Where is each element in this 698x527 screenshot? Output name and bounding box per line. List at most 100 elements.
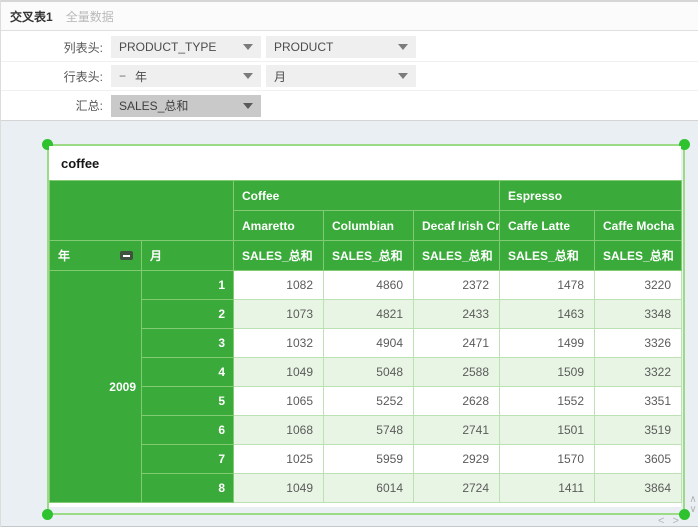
crosstab-widget[interactable]: coffee Coffee Espresso Amaretto [49, 146, 681, 507]
product-value: PRODUCT [274, 40, 333, 54]
scroll-down-icon[interactable]: ∨ [687, 505, 698, 515]
data-cell: 1065 [234, 387, 324, 416]
measure-header: SALES_总和 [324, 241, 414, 271]
data-cell: 2929 [414, 445, 500, 474]
year-header-label: 年 [58, 247, 70, 264]
month-dropdown[interactable]: 月 [266, 65, 416, 87]
data-cell: 1501 [500, 416, 595, 445]
product-dropdown[interactable]: PRODUCT [266, 36, 416, 58]
measure-header: SALES_总和 [234, 241, 324, 271]
data-cell: 1049 [234, 474, 324, 503]
scroll-left-icon[interactable]: < [658, 515, 664, 527]
summary-value: SALES_总和 [119, 97, 188, 114]
data-cell: 1478 [500, 271, 595, 300]
tab-full-data[interactable]: 全量数据 [66, 8, 114, 25]
summary-dropdown[interactable]: SALES_总和 [111, 95, 261, 117]
table-row: 2 1073 4821 2433 1463 3348 [50, 300, 682, 329]
data-cell: 5252 [324, 387, 414, 416]
measure-header: SALES_总和 [595, 241, 682, 271]
row-header-label: 行表头: [1, 68, 111, 85]
corner-cell [50, 181, 234, 241]
column-header-label: 列表头: [1, 39, 111, 56]
month-cell: 8 [142, 474, 234, 503]
month-cell: 5 [142, 387, 234, 416]
widget-selection-box: coffee Coffee Espresso Amaretto [47, 144, 685, 515]
data-cell: 3864 [595, 474, 682, 503]
data-cell: 2724 [414, 474, 500, 503]
column-header-row: 列表头: PRODUCT_TYPE PRODUCT [1, 33, 698, 62]
data-cell: 5959 [324, 445, 414, 474]
data-cell: 3605 [595, 445, 682, 474]
year-dropdown[interactable]: − 年 [111, 65, 261, 87]
tab-crosstab[interactable]: 交叉表1 [10, 8, 53, 25]
data-cell: 6014 [324, 474, 414, 503]
config-panel: 列表头: PRODUCT_TYPE PRODUCT 行表头: − 年 月 [1, 33, 698, 120]
chevron-down-icon [398, 73, 408, 79]
data-cell: 3351 [595, 387, 682, 416]
chevron-down-icon [243, 73, 253, 79]
data-cell: 2588 [414, 358, 500, 387]
data-cell: 1082 [234, 271, 324, 300]
year-header-cell: 年 [50, 241, 142, 271]
table-row: 4 1049 5048 2588 1509 3322 [50, 358, 682, 387]
data-cell: 3519 [595, 416, 682, 445]
product-type-dropdown[interactable]: PRODUCT_TYPE [111, 36, 261, 58]
measure-header-row: 年 月 SALES_总和 SALES_总和 SALES_总和 SALES_总和 … [50, 241, 682, 271]
top-tab-bar: 交叉表1 全量数据 [1, 0, 698, 31]
data-cell: 1068 [234, 416, 324, 445]
report-canvas: coffee Coffee Espresso Amaretto [1, 120, 698, 527]
data-cell: 2741 [414, 416, 500, 445]
group-header-row: Coffee Espresso [50, 181, 682, 211]
measure-header: SALES_总和 [500, 241, 595, 271]
data-cell: 1073 [234, 300, 324, 329]
table-row: 6 1068 5748 2741 1501 3519 [50, 416, 682, 445]
data-cell: 2471 [414, 329, 500, 358]
scroll-right-icon[interactable]: > [673, 515, 679, 527]
chevron-down-icon [243, 44, 253, 50]
month-cell: 1 [142, 271, 234, 300]
row-header-row: 行表头: − 年 月 [1, 62, 698, 91]
product-header: Amaretto [234, 211, 324, 241]
data-cell: 1509 [500, 358, 595, 387]
data-cell: 4860 [324, 271, 414, 300]
month-cell: 2 [142, 300, 234, 329]
data-cell: 3348 [595, 300, 682, 329]
data-cell: 1552 [500, 387, 595, 416]
data-cell: 1411 [500, 474, 595, 503]
product-header: Caffe Latte [500, 211, 595, 241]
data-cell: 3322 [595, 358, 682, 387]
data-cell: 2372 [414, 271, 500, 300]
collapse-minus-button[interactable] [120, 251, 133, 260]
month-header-cell: 月 [142, 241, 234, 271]
vertical-scroll-hints: ∧ ∨ [687, 495, 698, 515]
widget-title: coffee [49, 146, 681, 180]
table-row: 8 1049 6014 2724 1411 3864 [50, 474, 682, 503]
summary-label: 汇总: [1, 97, 111, 114]
group-header-espresso: Espresso [500, 181, 682, 211]
month-value: 月 [274, 68, 286, 85]
month-cell: 6 [142, 416, 234, 445]
data-cell: 1032 [234, 329, 324, 358]
app-window: 交叉表1 全量数据 列表头: PRODUCT_TYPE PRODUCT 行表头:… [0, 0, 698, 527]
horizontal-scroll-hints: < > [658, 516, 684, 527]
month-cell: 4 [142, 358, 234, 387]
table-row: 7 1025 5959 2929 1570 3605 [50, 445, 682, 474]
resize-handle-bottom-left[interactable] [42, 509, 53, 520]
data-cell: 3326 [595, 329, 682, 358]
data-cell: 1025 [234, 445, 324, 474]
measure-header: SALES_总和 [414, 241, 500, 271]
product-header: Columbian [324, 211, 414, 241]
data-cell: 1049 [234, 358, 324, 387]
data-cell: 3220 [595, 271, 682, 300]
data-cell: 4904 [324, 329, 414, 358]
table-row: 2009 1 1082 4860 2372 1478 3220 [50, 271, 682, 300]
crosstab-table: Coffee Espresso Amaretto Columbian Decaf… [49, 180, 682, 503]
summary-row: 汇总: SALES_总和 [1, 91, 698, 120]
table-row: 3 1032 4904 2471 1499 3326 [50, 329, 682, 358]
year-value: 年 [135, 68, 147, 85]
data-cell: 5048 [324, 358, 414, 387]
product-type-value: PRODUCT_TYPE [119, 40, 216, 54]
data-cell: 2628 [414, 387, 500, 416]
group-header-coffee: Coffee [234, 181, 500, 211]
month-cell: 7 [142, 445, 234, 474]
